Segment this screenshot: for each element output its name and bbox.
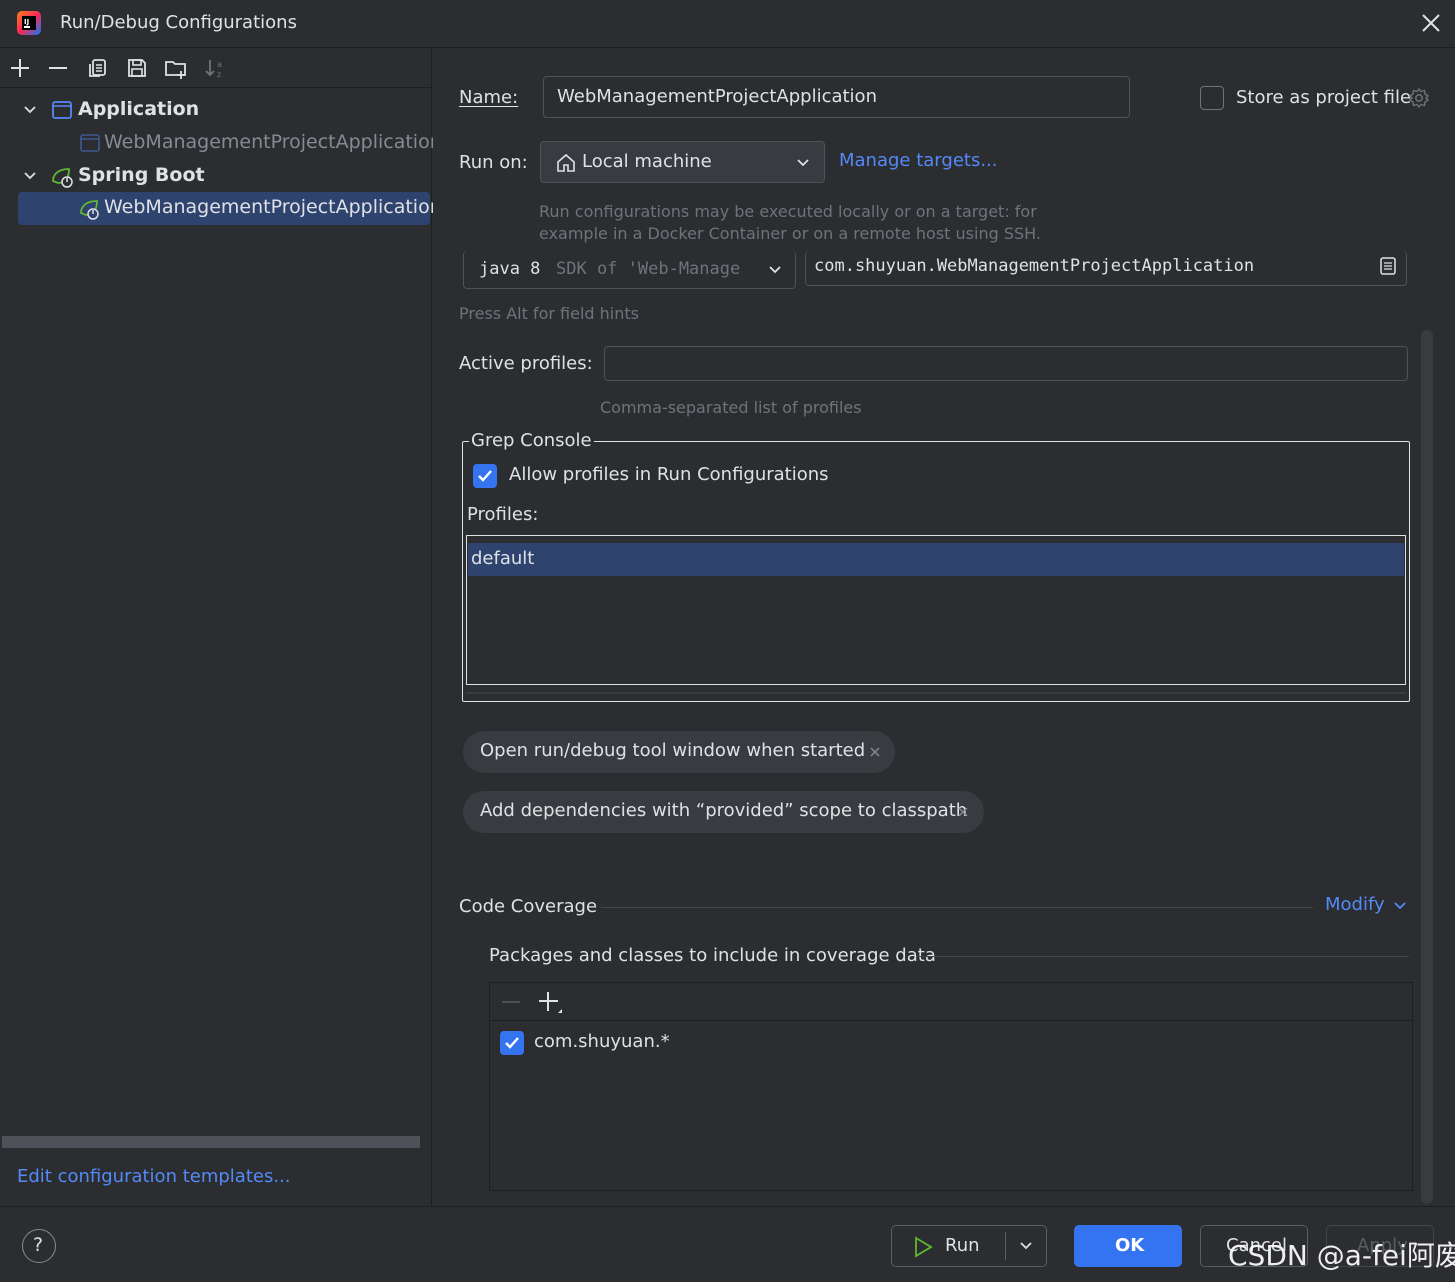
jdk-dropdown[interactable]: java 8 SDK of 'Web-Manage — [463, 251, 796, 289]
application-icon — [51, 99, 73, 121]
svg-text:z: z — [217, 70, 221, 79]
name-value: WebManagementProjectApplication — [557, 86, 877, 107]
chevron-down-icon[interactable] — [1018, 1238, 1034, 1254]
active-profiles-input[interactable] — [604, 346, 1408, 381]
vertical-scrollbar[interactable] — [1421, 330, 1433, 1204]
active-profiles-label: Active profiles: — [459, 353, 593, 374]
chevron-down-icon[interactable] — [1392, 898, 1408, 914]
divider — [466, 692, 1406, 694]
chip-provided-scope[interactable]: Add dependencies with “provided” scope t… — [463, 791, 984, 833]
svg-text:a: a — [217, 60, 222, 69]
svg-text:IJ: IJ — [24, 18, 29, 26]
packages-label: Packages and classes to include in cover… — [489, 945, 936, 966]
code-coverage-title: Code Coverage — [459, 896, 598, 917]
help-button[interactable]: ? — [22, 1229, 56, 1263]
watermark: CSDN @a-fei阿废 — [1228, 1239, 1455, 1272]
jdk-value: java 8 — [479, 259, 541, 279]
profile-default: default — [471, 548, 535, 569]
sidebar-toolbar: az — [0, 48, 432, 88]
tree-group-spring-boot[interactable]: Spring Boot — [0, 160, 432, 192]
store-project-file-checkbox[interactable] — [1200, 86, 1224, 110]
check-icon — [478, 470, 492, 482]
manage-targets-link[interactable]: Manage targets... — [839, 150, 998, 171]
title-bar: IJ Run/Debug Configurations — [0, 0, 1455, 48]
ok-button[interactable]: OK — [1074, 1225, 1182, 1267]
configuration-form: Name: WebManagementProjectApplication St… — [433, 48, 1455, 1206]
run-on-hint-line-2: example in a Docker Container or on a re… — [539, 224, 1041, 243]
spring-boot-icon — [50, 165, 74, 189]
main-class-value: com.shuyuan.WebManagementProjectApplicat… — [814, 256, 1255, 276]
name-label: Name: — [459, 87, 519, 108]
remove-icon[interactable] — [500, 991, 522, 1013]
name-input[interactable]: WebManagementProjectApplication — [543, 76, 1130, 118]
coverage-item-checkbox[interactable] — [500, 1031, 524, 1055]
tree-label-spring-boot: Spring Boot — [78, 164, 205, 186]
coverage-toolbar — [490, 983, 1412, 1021]
new-folder-icon[interactable] — [164, 56, 188, 80]
tree-item-application-config[interactable]: WebManagementProjectApplication — [0, 127, 442, 159]
modify-link[interactable]: Modify — [1325, 894, 1385, 915]
tree-label-application-config: WebManagementProjectApplication — [104, 131, 442, 153]
chip-open-tool-window-label: Open run/debug tool window when started — [480, 740, 866, 761]
chevron-down-icon[interactable] — [22, 102, 38, 118]
chevron-down-icon[interactable] — [22, 168, 38, 184]
configurations-sidebar: az Application WebManagementProjectAppli… — [0, 48, 442, 1206]
home-icon — [555, 152, 577, 174]
close-icon[interactable] — [956, 805, 970, 819]
run-icon — [912, 1236, 934, 1258]
chip-provided-scope-label: Add dependencies with “provided” scope t… — [480, 800, 968, 821]
help-icon: ? — [33, 1234, 44, 1256]
list-item[interactable]: default — [468, 543, 1404, 576]
ok-label: OK — [1115, 1235, 1145, 1256]
run-on-dropdown[interactable]: Local machine — [540, 141, 825, 183]
coverage-table: com.shuyuan.* — [489, 982, 1413, 1191]
close-icon[interactable] — [868, 745, 882, 759]
grep-console-title: Grep Console — [469, 430, 594, 451]
application-icon — [79, 132, 101, 154]
run-on-hint-line-1: Run configurations may be executed local… — [539, 202, 1037, 221]
allow-profiles-label: Allow profiles in Run Configurations — [509, 464, 829, 485]
main-class-input[interactable]: com.shuyuan.WebManagementProjectApplicat… — [805, 251, 1407, 286]
intellij-logo-icon: IJ — [16, 10, 42, 36]
jdk-suffix: SDK of 'Web-Manage — [556, 259, 741, 279]
gear-icon[interactable] — [1408, 87, 1430, 109]
profiles-label: Profiles: — [467, 504, 539, 525]
coverage-item-label: com.shuyuan.* — [534, 1031, 670, 1052]
separator — [917, 956, 1409, 957]
run-on-label: Run on: — [459, 152, 528, 173]
check-icon — [505, 1037, 519, 1049]
add-icon[interactable] — [538, 991, 564, 1017]
dialog-title: Run/Debug Configurations — [60, 12, 297, 33]
remove-icon[interactable] — [46, 56, 70, 80]
chevron-down-icon — [767, 262, 783, 278]
copy-icon[interactable] — [86, 56, 110, 80]
edit-templates-link[interactable]: Edit configuration templates... — [17, 1166, 291, 1187]
tree-group-application[interactable]: Application — [0, 94, 432, 126]
run-button[interactable]: Run — [891, 1225, 1047, 1267]
save-icon[interactable] — [125, 56, 149, 80]
add-icon[interactable] — [8, 56, 32, 80]
store-project-file-label: Store as project file — [1236, 87, 1412, 108]
tree-label-application: Application — [78, 98, 200, 120]
tree-item-spring-boot-config[interactable]: WebManagementProjectApplication — [18, 192, 442, 225]
browse-class-icon[interactable] — [1378, 256, 1398, 276]
run-on-value: Local machine — [582, 151, 712, 172]
sort-alphabetically-icon[interactable]: az — [204, 56, 228, 80]
chip-open-tool-window[interactable]: Open run/debug tool window when started — [463, 731, 895, 773]
close-icon[interactable] — [1418, 10, 1444, 36]
spring-boot-icon — [78, 197, 102, 221]
active-profiles-hint: Comma-separated list of profiles — [600, 398, 862, 417]
divider — [1005, 1232, 1006, 1260]
chevron-down-icon — [795, 155, 811, 171]
allow-profiles-checkbox[interactable] — [473, 464, 497, 488]
separator — [601, 907, 1313, 908]
tree-label-spring-boot-config: WebManagementProjectApplication — [104, 196, 442, 218]
horizontal-scrollbar[interactable] — [2, 1136, 420, 1148]
profiles-list[interactable]: default — [466, 535, 1406, 685]
run-label: Run — [945, 1235, 980, 1256]
alt-hint: Press Alt for field hints — [459, 304, 639, 323]
